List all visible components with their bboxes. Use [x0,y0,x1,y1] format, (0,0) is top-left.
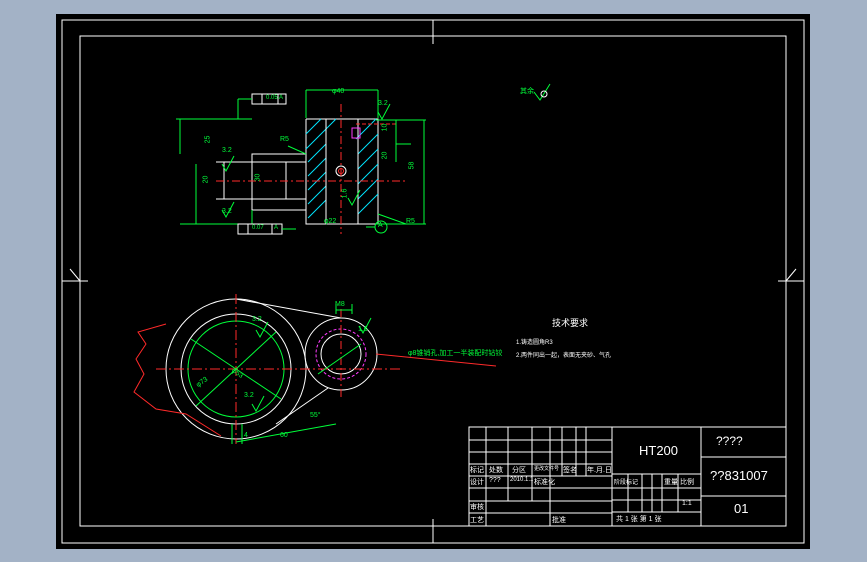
dim-20-bore: 20 [202,175,210,184]
dim-r5-bottom: R5 [406,218,415,225]
dim-3-2-top: 3.2 [378,100,388,107]
material-label: HT200 [639,443,679,458]
section-view [176,83,551,235]
sheet-total: 共 1 张 第 1 张 [616,516,662,523]
gdt-top-ref: A [279,95,284,101]
gdt-bottom-value: 0.07 [252,225,264,231]
dim-3-2-left: 3.2 [222,147,232,154]
dim-30: 30 [254,173,262,182]
hdr-mark: 标记 [470,467,484,474]
row-design: 设计 [470,479,484,486]
hdr-count: 处数 [489,467,503,474]
dim-m8: M8 [335,301,345,308]
part-name: ???? [716,434,743,448]
dim-3-2-bottom: 3.2 [222,208,232,215]
front-view [133,294,497,444]
dim-3-2-a: 3.2 [252,316,262,323]
dim-r5-top: R5 [280,136,289,143]
tech-title: 技术要求 [552,318,589,328]
gdt-top-value: 0.05 [266,95,278,101]
dim-10: 10 [381,123,389,132]
dim-20: 20 [381,151,389,160]
gdt-bottom-ref: A [274,225,279,231]
scale-value: 1:1 [682,500,692,507]
drawing-number: ??831007 [710,468,768,483]
hdr-zone: 分区 [512,467,526,474]
dim-25: 25 [204,135,212,144]
weight-label: 重量 [664,479,678,486]
roughness-note: 其余 [520,88,534,95]
hdr-date: 年.月.日 [587,467,612,474]
row-process: 工艺 [470,517,484,524]
dim-4: 4 [244,432,248,439]
drawing-frame [79,35,787,527]
leader-note: φ8锥销孔,加工一半装配时钻铰 [408,350,503,357]
dim-22: φ22 [324,218,337,225]
dim-40: φ40 [332,88,345,95]
outer-border [61,19,805,544]
dim-1-6-top: 1.6 [341,188,349,199]
dim-1-6-front: 1.6 [358,326,368,333]
hdr-change-doc: 更改文件号 [534,466,560,472]
hdr-sign: 签名 [563,467,577,474]
row-designer: ??? [489,477,501,484]
dim-55: 55° [310,412,321,419]
dim-60: 60 [280,432,288,439]
stage-mark: 阶段标记 [614,480,639,486]
datum-a: A [378,222,383,229]
row-standard: 标准化 [534,479,555,486]
drawing-canvas [61,19,805,544]
sheet-number: 01 [734,501,749,516]
row-design-date: 2010.1.1 [510,477,534,483]
row-review: 审核 [470,504,484,511]
cad-viewport[interactable]: φ40 3.2 10 20 58 25 R5 3.2 20 30 1.6 3.2… [56,14,810,549]
dim-58: 58 [408,161,416,170]
scale-label: 比例 [680,479,694,486]
dim-3-2-b: 3.2 [244,392,254,399]
row-approve: 批准 [552,517,566,524]
tech-line-1: 1.铸造圆角R3 [516,340,553,346]
tech-line-2: 2.两件同出一起，表面无夹砂、气孔 [516,353,612,359]
